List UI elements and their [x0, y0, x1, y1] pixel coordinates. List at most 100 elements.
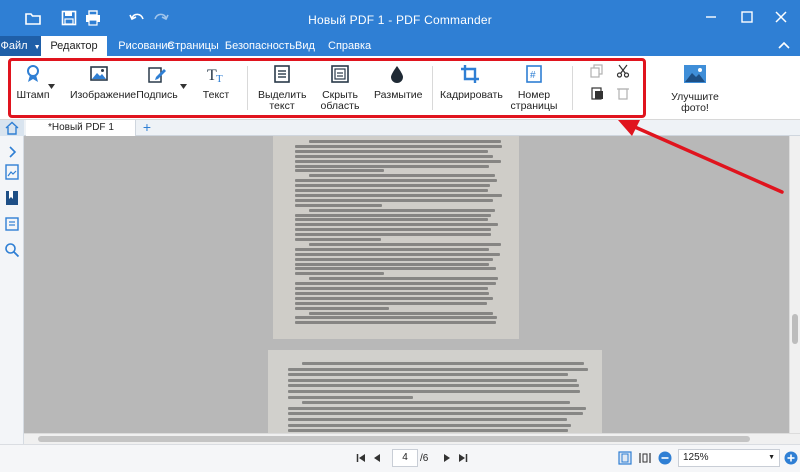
expand-arrow-icon[interactable] [4, 144, 20, 160]
signature-button[interactable]: Подпись [136, 64, 178, 101]
scanned-text-line [309, 140, 502, 143]
scanned-text-line [295, 267, 496, 271]
photo-icon [684, 65, 706, 83]
chevron-down-icon[interactable] [180, 84, 187, 89]
tab-help[interactable]: Справка [328, 36, 371, 56]
scanned-text-line [295, 316, 497, 320]
home-icon [5, 121, 19, 135]
scanned-text-line [295, 228, 492, 232]
maximize-icon[interactable] [736, 6, 758, 28]
scanned-text-line [295, 247, 490, 251]
chevron-down-icon[interactable] [48, 84, 55, 89]
total-pages: /6 [420, 453, 429, 464]
tab-editor[interactable]: Редактор [41, 36, 107, 56]
paste-icon[interactable] [590, 86, 604, 100]
scanned-text-line [295, 282, 497, 286]
document-page-scan [273, 136, 519, 339]
scanned-text-line [288, 418, 568, 421]
image-button[interactable]: Изображение [70, 64, 137, 101]
zoom-in-icon[interactable] [784, 451, 798, 465]
scanned-text-line [309, 277, 499, 281]
home-button[interactable] [0, 120, 24, 136]
scanned-text-line [302, 362, 585, 365]
svg-text:T: T [216, 73, 223, 84]
tab-view[interactable]: Вид [290, 36, 320, 56]
prev-page-icon[interactable] [372, 453, 382, 463]
image-label: Изображение [70, 89, 137, 101]
scanned-text-line [295, 218, 489, 222]
horizontal-scroll-thumb[interactable] [38, 436, 750, 442]
scanned-text-line [288, 378, 578, 382]
scanned-text-line [288, 373, 568, 377]
scanned-text-line [295, 223, 499, 227]
delete-icon[interactable] [616, 86, 630, 100]
pages-thumbnail-icon[interactable] [4, 164, 20, 180]
scanned-text-line [295, 291, 490, 295]
scanned-text-line [295, 149, 488, 153]
select-text-button[interactable]: Выделить текст [258, 64, 306, 112]
menu-file[interactable]: Файл ▼ [0, 36, 41, 56]
stamp-icon [27, 65, 39, 82]
collapse-ribbon-icon[interactable] [776, 38, 792, 54]
current-page-input[interactable]: 4 [392, 449, 418, 467]
hide-area-button[interactable]: Скрыть область [316, 64, 364, 112]
search-icon[interactable] [4, 242, 20, 258]
scanned-text-line [295, 198, 493, 202]
last-page-icon[interactable] [458, 453, 468, 463]
image-icon [90, 66, 108, 81]
fit-width-icon[interactable] [638, 451, 652, 465]
blur-label: Размытие [374, 89, 423, 101]
scanned-text-line [295, 306, 389, 310]
signature-icon [148, 67, 166, 83]
scanned-text-line [295, 179, 497, 183]
doc-tab-new-pdf[interactable]: *Новый PDF 1 [26, 120, 136, 136]
stamp-button[interactable]: Штамп [14, 64, 52, 101]
add-tab-button[interactable]: + [140, 120, 154, 135]
scanned-text-line [295, 287, 488, 290]
scanned-text-line [288, 412, 584, 416]
horizontal-scrollbar[interactable] [24, 433, 800, 444]
scanned-text-line [295, 213, 492, 217]
minimize-icon[interactable] [700, 6, 722, 28]
bookmarks-icon[interactable] [4, 190, 20, 206]
cut-icon[interactable] [616, 64, 630, 78]
chevron-down-icon: ▼ [768, 454, 775, 461]
zoom-out-icon[interactable] [658, 451, 672, 465]
copy-icon[interactable] [590, 64, 604, 78]
select-text-icon [274, 65, 290, 83]
vertical-scrollbar[interactable] [789, 136, 800, 433]
scanned-text-line [295, 272, 384, 276]
fit-page-icon[interactable] [618, 451, 632, 465]
text-button[interactable]: T T Текст [198, 64, 234, 101]
scanned-text-line [295, 159, 502, 163]
document-page-scan [268, 350, 602, 433]
scanned-text-line [295, 233, 492, 237]
vertical-scroll-thumb[interactable] [792, 314, 798, 344]
ribbon-separator [247, 66, 248, 110]
scanned-text-line [295, 144, 502, 148]
crop-button[interactable]: Кадрировать [440, 64, 503, 101]
signature-label: Подпись [136, 89, 178, 101]
page-number-button[interactable]: # Номер страницы [508, 64, 560, 112]
ribbon-toolbar: Штамп Изображение Подпись T T Текст Выде… [0, 56, 800, 120]
scanned-text-line [295, 252, 501, 256]
ribbon-separator [572, 66, 573, 110]
scanned-text-line [295, 238, 382, 241]
comments-icon[interactable] [4, 216, 20, 232]
close-icon[interactable] [770, 6, 792, 28]
first-page-icon[interactable] [356, 453, 366, 463]
page-number-icon: # [526, 65, 542, 83]
scanned-text-line [295, 164, 489, 168]
scanned-text-line [295, 257, 494, 261]
improve-photo-button[interactable]: Улучшите фото! [656, 64, 734, 114]
scanned-text-line [309, 174, 496, 178]
next-page-icon[interactable] [442, 453, 452, 463]
scanned-text-line [295, 321, 497, 325]
tab-pages[interactable]: Страницы [158, 36, 228, 56]
document-canvas[interactable] [24, 136, 789, 433]
blur-button[interactable]: Размытие [374, 64, 423, 101]
tab-security[interactable]: Безопасность [222, 36, 298, 56]
scanned-text-line [295, 262, 490, 266]
zoom-select[interactable]: 125% ▼ [678, 449, 780, 467]
improve-photo-label: Улучшите фото! [671, 91, 719, 114]
